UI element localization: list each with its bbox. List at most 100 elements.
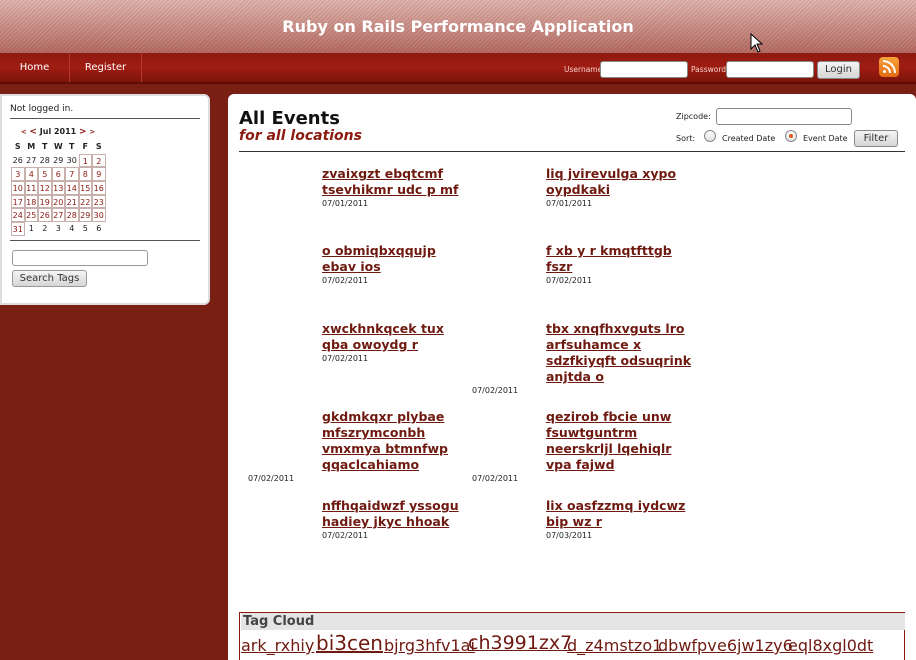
tag-link[interactable]: bjrg3hfv1ai	[384, 636, 475, 655]
login-button[interactable]: Login	[817, 61, 860, 79]
calendar-weekday: F	[82, 142, 88, 151]
tag-search-input[interactable]	[12, 250, 148, 266]
calendar-day-link[interactable]: 29	[78, 208, 92, 223]
search-tags-button[interactable]: Search Tags	[12, 270, 87, 287]
calendar-day: 29	[53, 155, 64, 165]
zipcode-input[interactable]	[716, 108, 852, 125]
calendar-day: 27	[26, 155, 37, 165]
calendar-day-link[interactable]: 3	[11, 167, 25, 182]
sort-created-radio[interactable]	[704, 130, 716, 142]
calendar-day-link[interactable]: 8	[78, 167, 92, 182]
calendar-day-link[interactable]: 7	[65, 167, 79, 182]
calendar-day-link[interactable]: 5	[38, 167, 52, 182]
calendar-day-link[interactable]: 6	[51, 167, 65, 182]
app-title: Ruby on Rails Performance Application	[282, 17, 634, 36]
calendar-day-link[interactable]: 17	[11, 194, 25, 209]
calendar-day-link[interactable]: 28	[65, 208, 79, 223]
nav-bar: Home Register Username Password Login	[0, 53, 916, 84]
calendar-day-link[interactable]: 31	[11, 222, 25, 236]
prev-year-link[interactable]: <	[21, 128, 27, 136]
calendar-day-link[interactable]: 11	[24, 181, 38, 195]
username-input[interactable]	[600, 61, 688, 78]
calendar-day-link[interactable]: 26	[38, 208, 52, 223]
calendar-day-link[interactable]: 22	[78, 194, 92, 209]
divider	[239, 151, 905, 152]
calendar-day-link[interactable]: 9	[92, 167, 106, 182]
calendar-day-link[interactable]: 15	[78, 181, 92, 195]
calendar-day: 5	[82, 224, 88, 234]
event-date: 07/02/2011	[248, 474, 295, 483]
calendar-day-link[interactable]: 30	[92, 208, 106, 223]
event-date: 07/02/2011	[322, 354, 369, 363]
tag-link[interactable]: dbwfpv	[658, 636, 717, 655]
event-date: 07/02/2011	[322, 531, 369, 540]
sort-label: Sort:	[676, 134, 696, 143]
calendar-day: 3	[55, 224, 61, 234]
calendar-day-link[interactable]: 12	[38, 181, 52, 195]
calendar-day-link[interactable]: 4	[24, 167, 38, 182]
sort-event-radio[interactable]	[785, 130, 797, 142]
tag-link[interactable]: ch3991zx7	[468, 632, 572, 654]
calendar-day: 28	[39, 155, 50, 165]
mouse-cursor-icon	[750, 33, 764, 53]
calendar-day-link[interactable]: 23	[92, 194, 106, 209]
calendar-day: 1	[28, 224, 34, 234]
event-link[interactable]: xwckhnkqcek tux qba owoydg r	[322, 321, 444, 353]
calendar-day-link[interactable]: 20	[51, 194, 65, 209]
tag-cloud: Tag Cloud ark_rxhiy bi3cen bjrg3hfv1ai c…	[239, 612, 905, 660]
zipcode-label: Zipcode:	[676, 112, 711, 121]
calendar-day-link[interactable]: 27	[51, 208, 65, 223]
calendar-day-link[interactable]: 2	[92, 153, 106, 168]
sort-created-label: Created Date	[722, 134, 776, 143]
calendar-weekday: S	[14, 142, 21, 151]
event-date: 07/02/2011	[472, 386, 519, 395]
calendar-weekday: T	[69, 142, 75, 151]
calendar-day-link[interactable]: 13	[51, 181, 65, 195]
event-link[interactable]: tbx xnqfhxvguts lro arfsuhamce x sdzfkiyq…	[546, 321, 691, 385]
calendar-grid: S M T W T F S 26 27 28 29 30 1 2 3 4 5 6 7 8 9 10 11 12 13 14 15 16…	[11, 140, 106, 236]
event-date: 07/03/2011	[546, 531, 593, 540]
page-title: All Events	[239, 108, 340, 129]
calendar-day-link[interactable]: 25	[24, 208, 38, 223]
calendar-day-link[interactable]: 10	[11, 181, 25, 195]
rss-icon[interactable]	[879, 57, 899, 77]
event-link[interactable]: lix oasfzzmq iydcwz bip wz r	[546, 498, 685, 530]
event-link[interactable]: gkdmkqxr plybae mfszrymconbh vmxmya btmnf…	[322, 409, 448, 473]
tag-link[interactable]: e6jw1zy6	[717, 636, 793, 655]
calendar-day-link[interactable]: 24	[11, 208, 25, 223]
calendar-day: 26	[12, 155, 23, 165]
event-link[interactable]: f xb y r kmqtfttgb fszr	[546, 243, 672, 275]
calendar-day-link[interactable]: 18	[24, 194, 38, 209]
calendar-day-link[interactable]: 19	[38, 194, 52, 209]
calendar-day-link[interactable]: 16	[92, 181, 106, 195]
nav-home-link[interactable]: Home	[0, 53, 70, 82]
event-date: 07/01/2011	[322, 199, 369, 208]
password-input[interactable]	[726, 61, 814, 78]
event-date: 07/02/2011	[472, 474, 519, 483]
username-label: Username	[564, 65, 603, 74]
calendar-day-link[interactable]: 21	[65, 194, 79, 209]
prev-month-link[interactable]: <	[29, 127, 37, 137]
page-header: Ruby on Rails Performance Application	[0, 0, 916, 53]
event-date: 07/02/2011	[322, 276, 369, 285]
tag-link[interactable]: d_z4mstzo1	[567, 636, 662, 655]
calendar-day-link[interactable]: 14	[65, 181, 79, 195]
event-link[interactable]: zvaixgzt ebqtcmf tsevhikmr udc p mf	[322, 166, 458, 198]
tag-link[interactable]: bi3cen	[316, 631, 383, 655]
nav-register-link[interactable]: Register	[70, 53, 142, 82]
tag-cloud-title: Tag Cloud	[241, 613, 905, 630]
calendar-day-link[interactable]: 1	[78, 153, 92, 168]
event-link[interactable]: nffhqaidwzf yssogu hadiey jkyc hhoak	[322, 498, 459, 530]
event-link[interactable]: qezirob fbcie unw fsuwtguntrm neerskrljl …	[546, 409, 671, 473]
event-link[interactable]: liq jvirevulga xypo oypdkaki	[546, 166, 676, 198]
event-link[interactable]: o obmiqbxqqujp ebav ios	[322, 243, 436, 275]
event-date: 07/02/2011	[546, 276, 593, 285]
tag-link[interactable]: ark_rxhiy	[241, 636, 314, 655]
divider	[10, 240, 200, 241]
tag-link[interactable]: eql8xgl0dt	[788, 636, 873, 655]
next-year-link[interactable]: >	[89, 128, 95, 136]
calendar-weekday: S	[95, 142, 102, 151]
password-label: Password	[691, 65, 727, 74]
filter-button[interactable]: Filter	[854, 130, 898, 147]
next-month-link[interactable]: >	[79, 127, 87, 137]
